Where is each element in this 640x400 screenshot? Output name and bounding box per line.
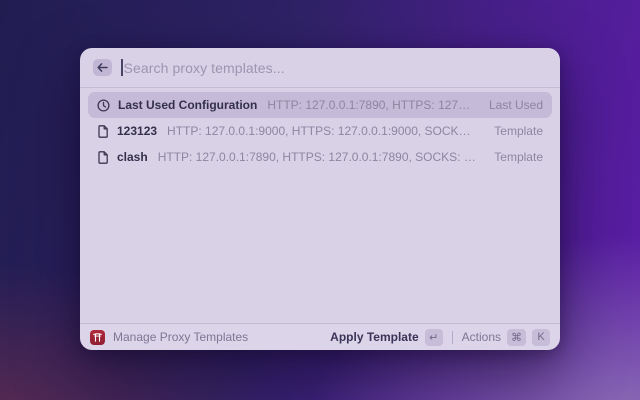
text-caret xyxy=(121,59,123,76)
document-icon xyxy=(97,124,109,138)
item-accessory: Template xyxy=(494,150,543,164)
command-keycap: ⌘ xyxy=(507,328,526,346)
return-keycap: ↵ xyxy=(424,328,443,346)
item-subtitle: HTTP: 127.0.0.1:9000, HTTPS: 127.0.0.1:9… xyxy=(167,124,478,138)
extension-name-label: Manage Proxy Templates xyxy=(113,330,249,344)
actions-button[interactable]: Actions xyxy=(462,330,501,344)
item-accessory: Template xyxy=(494,124,543,138)
clock-icon xyxy=(97,98,110,112)
action-bar: Manage Proxy Templates Apply Template ↵ … xyxy=(80,323,560,350)
item-title: clash xyxy=(117,150,148,164)
list-item-clash[interactable]: clash HTTP: 127.0.0.1:7890, HTTPS: 127.0… xyxy=(88,144,552,170)
back-arrow-icon xyxy=(97,63,108,72)
list-item-last-used-configuration[interactable]: Last Used Configuration HTTP: 127.0.0.1:… xyxy=(88,92,552,118)
command-palette-window: Search proxy templates... Last Used Conf… xyxy=(80,48,560,350)
search-input[interactable]: Search proxy templates... xyxy=(121,59,547,76)
list-item-123123[interactable]: 123123 HTTP: 127.0.0.1:9000, HTTPS: 127.… xyxy=(88,118,552,144)
search-bar: Search proxy templates... xyxy=(80,48,560,88)
item-title: Last Used Configuration xyxy=(118,98,258,112)
document-icon xyxy=(97,150,109,164)
proxy-extension-icon xyxy=(90,329,105,345)
apply-template-button[interactable]: Apply Template xyxy=(330,330,418,344)
item-subtitle: HTTP: 127.0.0.1:7890, HTTPS: 127.0.0.1:7… xyxy=(267,98,473,112)
item-title: 123123 xyxy=(117,124,158,138)
footer-actions: Apply Template ↵ Actions ⌘ K xyxy=(330,328,550,346)
template-list: Last Used Configuration HTTP: 127.0.0.1:… xyxy=(80,88,560,323)
back-button[interactable] xyxy=(93,59,112,76)
item-subtitle: HTTP: 127.0.0.1:7890, HTTPS: 127.0.0.1:7… xyxy=(157,150,479,164)
item-accessory: Last Used xyxy=(488,98,543,112)
search-placeholder: Search proxy templates... xyxy=(123,59,285,76)
footer-divider xyxy=(451,330,453,344)
k-keycap: K xyxy=(532,328,550,346)
